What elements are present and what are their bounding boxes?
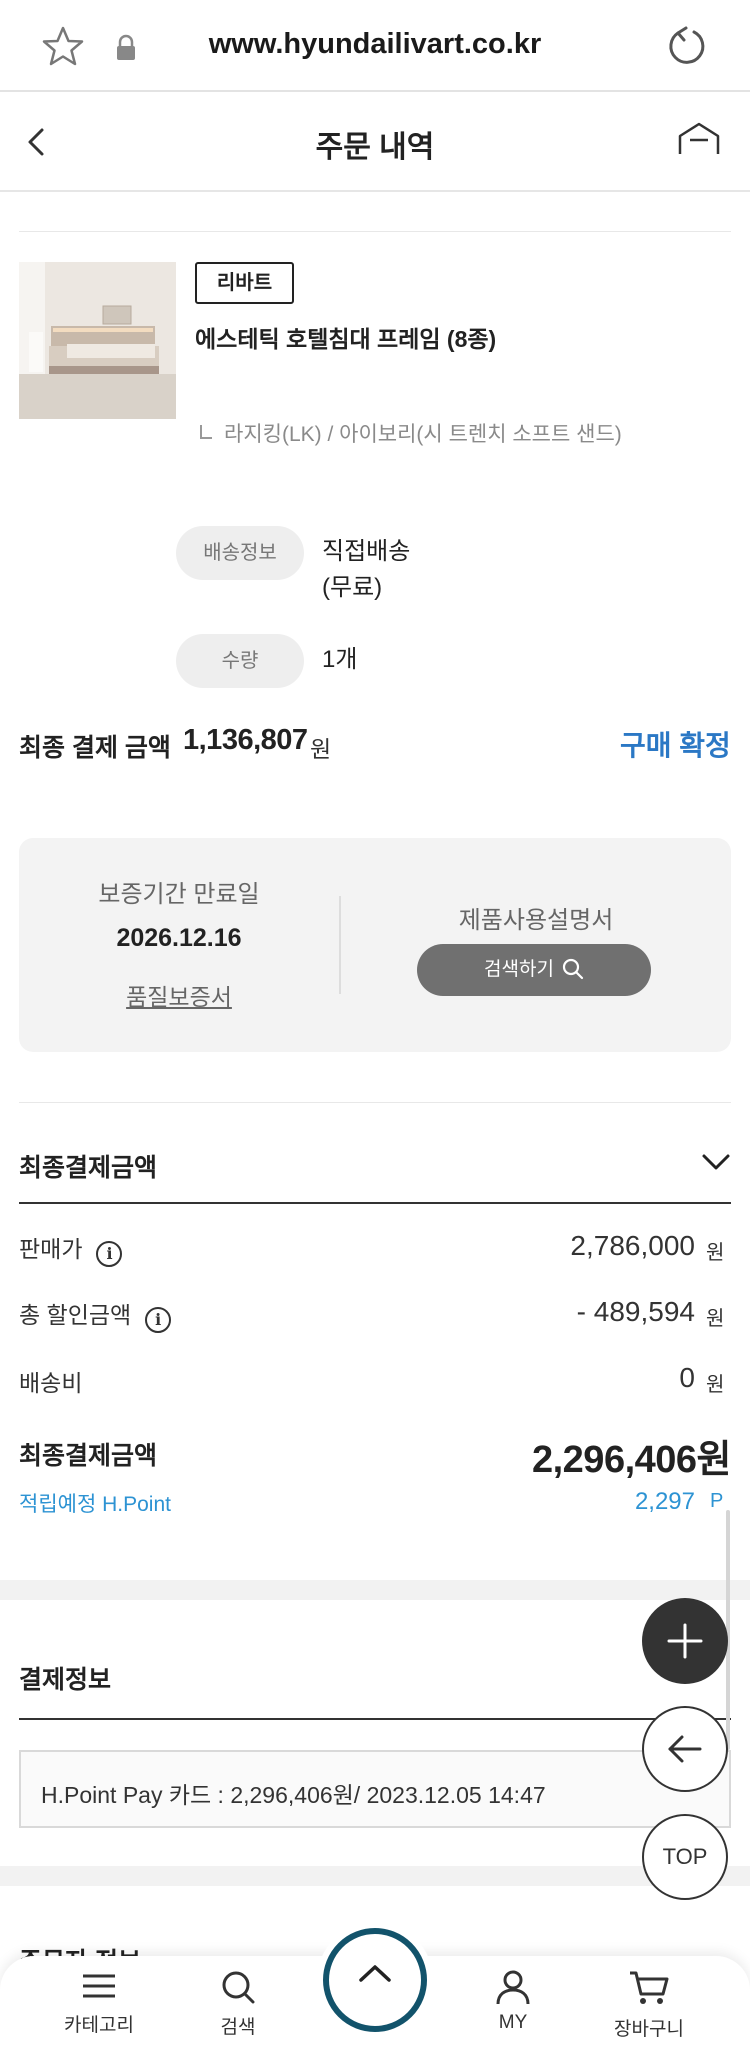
plus-button[interactable]	[642, 1598, 728, 1684]
delivery-label: 배송정보	[176, 526, 304, 580]
sale-price-unit: 원	[706, 1242, 725, 1264]
page-title: 주문 내역	[315, 131, 435, 164]
home-icon[interactable]	[676, 120, 722, 162]
nav-category-label: 카테고리	[64, 2015, 134, 2036]
total-label: 최종결제금액	[19, 1442, 158, 1470]
point-unit: P	[710, 1490, 724, 1512]
search-icon	[562, 958, 584, 980]
scroll-up-button[interactable]	[323, 1928, 427, 2032]
nav-search-label: 검색	[220, 2017, 256, 2038]
info-icon[interactable]: i	[145, 1307, 172, 1333]
product-image[interactable]	[19, 262, 176, 419]
payment-title: 결제정보	[19, 1666, 112, 1694]
divider	[19, 231, 731, 232]
discount-label-text: 총 할인금액	[19, 1302, 132, 1328]
product-option: 라지킹(LK) / 아이보리(시 트렌치 소프트 샌드)	[200, 418, 622, 448]
page-header: 주문 내역	[0, 92, 750, 192]
reload-icon[interactable]	[664, 24, 708, 68]
back-button[interactable]	[642, 1706, 728, 1792]
nav-my[interactable]: MY	[458, 1968, 568, 2034]
nav-cart[interactable]: 장바구니	[594, 1968, 704, 2041]
url-text[interactable]: www.hyundailivart.co.kr	[160, 28, 590, 61]
product-option-text: 라지킹(LK) / 아이보리(시 트렌치 소프트 샌드)	[224, 423, 622, 446]
summary-title: 최종결제금액	[19, 1154, 158, 1182]
final-payment-amount: 1,136,807	[183, 724, 308, 756]
nav-category[interactable]: 카테고리	[44, 1968, 154, 2037]
quantity-value: 1개	[322, 646, 358, 673]
manual-search-label[interactable]: 검색하기	[484, 959, 554, 980]
sale-price-label: 판매가 i	[19, 1230, 123, 1267]
final-payment-label: 최종 결제 금액	[19, 734, 171, 762]
quality-certificate-link[interactable]: 품질보증서	[19, 978, 339, 1012]
cart-icon	[630, 1971, 669, 2004]
payment-detail-text: H.Point Pay 카드 : 2,296,406원/ 2023.12.05 …	[41, 1782, 546, 1808]
product-name[interactable]: 에스테틱 호텔침대 프레임 (8종)	[195, 320, 496, 354]
discount-value: - 489,594	[576, 1296, 695, 1327]
point-value: 2,297	[634, 1488, 695, 1515]
arrow-left-icon	[668, 1735, 702, 1763]
divider	[19, 1718, 731, 1720]
sale-price-label-text: 판매가	[19, 1236, 83, 1262]
point-label: 적립예정 H.Point	[19, 1493, 171, 1516]
lock-icon	[117, 34, 135, 60]
sale-price-value: 2,786,000	[570, 1230, 695, 1261]
shipping-label: 배송비	[19, 1370, 83, 1396]
search-icon	[222, 1971, 255, 2004]
divider	[19, 1102, 731, 1103]
nav-search[interactable]: 검색	[183, 1968, 293, 2039]
scroll-top-button[interactable]: TOP	[642, 1814, 728, 1900]
delivery-fee: (무료)	[322, 574, 383, 601]
payment-detail-box: H.Point Pay 카드 : 2,296,406원/ 2023.12.05 …	[19, 1750, 731, 1828]
quality-certificate-text[interactable]: 품질보증서	[126, 984, 232, 1010]
manual-search-button[interactable]: 검색하기	[417, 944, 651, 996]
star-icon[interactable]	[40, 24, 86, 70]
info-icon[interactable]: i	[96, 1241, 123, 1267]
browser-url-bar: www.hyundailivart.co.kr	[0, 0, 750, 92]
plus-icon	[667, 1623, 703, 1659]
shipping-unit: 원	[706, 1374, 725, 1396]
nav-cart-label: 장바구니	[614, 2019, 684, 2040]
warranty-expiry-label: 보증기간 만료일	[98, 881, 260, 908]
brand-badge: 리바트	[195, 262, 294, 304]
quantity-label: 수량	[176, 634, 304, 688]
purchase-confirm-button[interactable]: 구매 확정	[620, 724, 731, 764]
discount-unit: 원	[706, 1308, 725, 1330]
warranty-expiry-date: 2026.12.16	[116, 924, 242, 952]
discount-label: 총 할인금액 i	[19, 1296, 172, 1333]
final-payment-unit: 원	[310, 736, 332, 762]
manual-label: 제품사용설명서	[458, 907, 614, 934]
shipping-value: 0	[679, 1362, 695, 1393]
delivery-value: 직접배송 (무료)	[322, 534, 410, 606]
section-separator	[0, 1580, 750, 1600]
warranty-card: 보증기간 만료일 2026.12.16 품질보증서 제품사용설명서 검색하기	[19, 838, 731, 1052]
option-corner-icon	[200, 425, 212, 439]
menu-icon	[83, 1974, 115, 1998]
section-separator	[0, 1866, 750, 1886]
divider	[19, 1202, 731, 1204]
delivery-method: 직접배송	[322, 538, 411, 565]
total-value: 2,296,406원	[531, 1439, 732, 1481]
chevron-down-icon[interactable]	[700, 1150, 732, 1174]
user-icon	[496, 1970, 530, 2005]
nav-my-label: MY	[498, 2012, 528, 2033]
chevron-up-icon	[359, 1965, 391, 1982]
